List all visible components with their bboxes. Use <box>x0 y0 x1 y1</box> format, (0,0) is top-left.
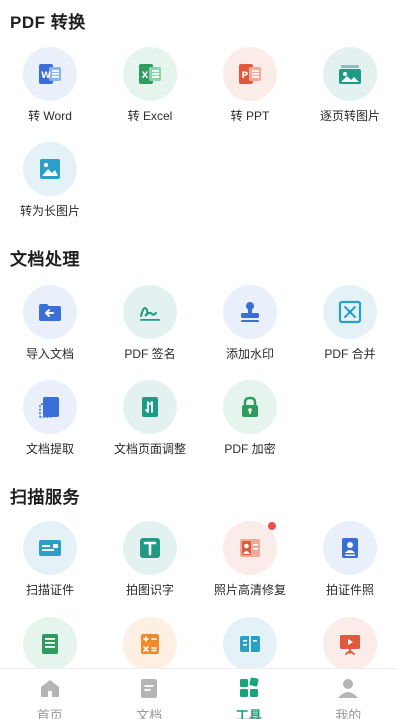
svg-text:X: X <box>142 71 149 81</box>
id-photo-icon <box>323 521 377 575</box>
tool-partial-4[interactable] <box>300 617 398 668</box>
tool-label: 文档页面调整 <box>113 442 186 456</box>
stamp-icon <box>223 285 277 339</box>
home-icon <box>40 680 59 697</box>
tab-documents[interactable]: 文档 <box>100 669 200 719</box>
tool-label: 转 Excel <box>127 109 173 123</box>
tool-pdf-encrypt[interactable]: PDF 加密 <box>200 380 300 476</box>
tool-label: 拍证件照 <box>325 583 374 597</box>
tool-label: 逐页转图片 <box>319 109 380 123</box>
section-title-scan-service: 扫描服务 <box>10 488 80 507</box>
id-card-icon <box>23 521 77 575</box>
tool-label: 扫描证件 <box>25 583 74 597</box>
page-adjust-icon <box>123 380 177 434</box>
tool-to-long-image[interactable]: 转为长图片 <box>0 142 100 238</box>
tool-label: 添加水印 <box>225 347 274 361</box>
tab-label: 文档 <box>136 708 163 719</box>
tool-scan-id[interactable]: 扫描证件 <box>0 521 100 617</box>
tool-document-extract[interactable]: 文档提取 <box>0 380 100 476</box>
tab-tools[interactable]: 工具 <box>199 669 299 719</box>
tool-label: 转为长图片 <box>19 204 80 218</box>
tab-mine[interactable]: 我的 <box>299 669 398 719</box>
tool-label: 拍图识字 <box>125 583 174 597</box>
section-title-pdf-convert: PDF 转换 <box>10 13 86 32</box>
image-stack-icon <box>323 47 377 101</box>
tool-label: PDF 签名 <box>124 347 176 361</box>
tool-label: 文档提取 <box>25 442 74 456</box>
tool-partial-1[interactable] <box>0 617 100 668</box>
tool-partial-3[interactable] <box>200 617 300 668</box>
tool-page-adjust[interactable]: 文档页面调整 <box>100 380 200 476</box>
folder-import-icon <box>23 285 77 339</box>
user-icon <box>338 679 359 698</box>
tool-to-ppt[interactable]: P 转 PPT <box>200 47 300 143</box>
tool-partial-2[interactable] <box>100 617 200 668</box>
tool-label: 转 PPT <box>230 109 270 123</box>
tool-pdf-merge[interactable]: PDF 合并 <box>300 285 398 381</box>
tab-label: 工具 <box>235 708 262 719</box>
tool-label: 导入文档 <box>25 347 74 361</box>
bottom-tab-bar: 首页 文档 工具 我的 <box>0 668 398 719</box>
tab-home[interactable]: 首页 <box>0 669 100 719</box>
book-icon <box>223 617 277 668</box>
calculator-icon <box>123 617 177 668</box>
tab-label: 首页 <box>36 708 63 719</box>
merge-icon <box>323 285 377 339</box>
tool-page-to-image[interactable]: 逐页转图片 <box>300 47 398 143</box>
tools-grid-icon <box>239 677 259 697</box>
tab-label: 我的 <box>335 708 362 719</box>
tool-ocr[interactable]: 拍图识字 <box>100 521 200 617</box>
tool-import-document[interactable]: 导入文档 <box>0 285 100 381</box>
tool-label: PDF 加密 <box>224 442 276 456</box>
tool-label: 转 Word <box>28 109 72 123</box>
word-icon: W <box>23 47 77 101</box>
extract-icon <box>23 380 77 434</box>
tool-label: 照片高清修复 <box>213 583 286 597</box>
tools-page: PDF 转换 W 转 Word X 转 Excel P 转 PPT 逐页转图片 … <box>0 0 398 668</box>
tool-photo-restore[interactable]: 照片高清修复 <box>200 521 300 617</box>
tool-add-watermark[interactable]: 添加水印 <box>200 285 300 381</box>
text-recognition-icon <box>123 521 177 575</box>
notification-dot <box>267 521 277 531</box>
spreadsheet-icon <box>23 617 77 668</box>
tool-id-photo[interactable]: 拍证件照 <box>300 521 398 617</box>
excel-icon: X <box>123 47 177 101</box>
svg-text:P: P <box>242 71 249 81</box>
tool-to-word[interactable]: W 转 Word <box>0 47 100 143</box>
svg-text:W: W <box>41 71 51 81</box>
tool-to-excel[interactable]: X 转 Excel <box>100 47 200 143</box>
presentation-icon <box>323 617 377 668</box>
tool-pdf-signature[interactable]: PDF 签名 <box>100 285 200 381</box>
document-icon <box>141 679 158 698</box>
image-icon <box>23 142 77 196</box>
signature-icon <box>123 285 177 339</box>
tool-label: PDF 合并 <box>324 347 376 361</box>
ppt-icon: P <box>223 47 277 101</box>
section-title-doc-process: 文档处理 <box>10 250 80 269</box>
lock-icon <box>223 380 277 434</box>
